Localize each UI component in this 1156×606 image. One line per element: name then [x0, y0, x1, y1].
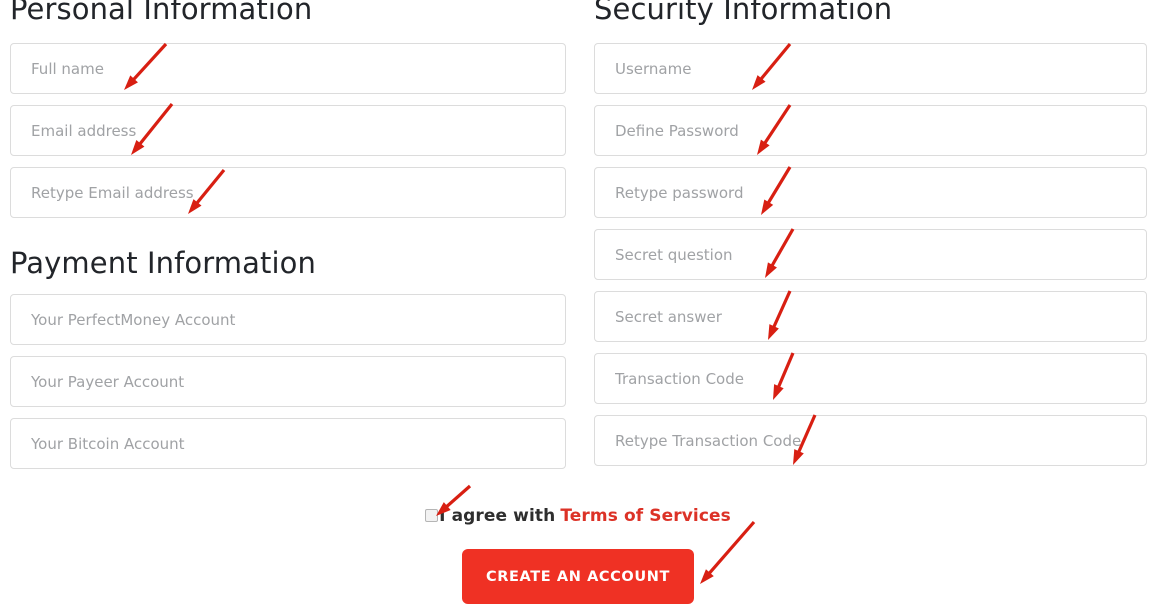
field-wrap-username [594, 43, 1147, 94]
field-wrap-retype-email-address [10, 167, 566, 218]
payeer-account-input[interactable] [10, 356, 566, 407]
field-wrap-perfectmoney-account [10, 294, 566, 345]
retype-transaction-code-input[interactable] [594, 415, 1147, 466]
retype-password-input[interactable] [594, 167, 1147, 218]
agree-row: I agree with Terms of Services [0, 505, 1156, 527]
field-wrap-email-address [10, 105, 566, 156]
perfectmoney-account-input[interactable] [10, 294, 566, 345]
page-title-payment-information: Payment Information [10, 246, 316, 280]
field-wrap-bitcoin-account [10, 418, 566, 469]
username-input[interactable] [594, 43, 1147, 94]
secret-answer-input[interactable] [594, 291, 1147, 342]
terms-of-services-link[interactable]: Terms of Services [560, 505, 731, 527]
full-name-input[interactable] [10, 43, 566, 94]
field-wrap-retype-password [594, 167, 1147, 218]
registration-form-page: Personal Information Security Informatio… [0, 0, 1156, 606]
field-wrap-secret-question [594, 229, 1147, 280]
field-wrap-full-name [10, 43, 566, 94]
page-title-personal-information: Personal Information [10, 0, 313, 26]
define-password-input[interactable] [594, 105, 1147, 156]
field-wrap-retype-transaction-code [594, 415, 1147, 466]
field-wrap-secret-answer [594, 291, 1147, 342]
submit-row: CREATE AN ACCOUNT [0, 549, 1156, 604]
field-wrap-define-password [594, 105, 1147, 156]
secret-question-input[interactable] [594, 229, 1147, 280]
bitcoin-account-input[interactable] [10, 418, 566, 469]
agree-label: I agree with [439, 506, 556, 526]
email-address-input[interactable] [10, 105, 566, 156]
retype-email-address-input[interactable] [10, 167, 566, 218]
transaction-code-input[interactable] [594, 353, 1147, 404]
agree-checkbox[interactable] [425, 508, 439, 522]
field-wrap-transaction-code [594, 353, 1147, 404]
field-wrap-payeer-account [10, 356, 566, 407]
create-account-button[interactable]: CREATE AN ACCOUNT [462, 549, 694, 604]
page-title-security-information: Security Information [594, 0, 893, 26]
